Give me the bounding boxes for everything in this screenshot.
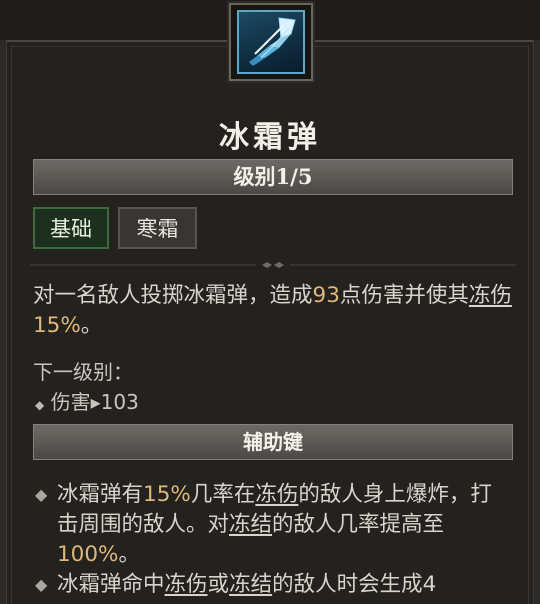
skill-level-bar: 级别1/5 xyxy=(33,159,513,195)
tab-basic[interactable]: 基础 xyxy=(33,207,109,249)
skill-description: 对一名敌人投掷冰霜弹，造成93点伤害并使其冻伤15%。 xyxy=(33,283,512,338)
frozen-term[interactable]: 冻结 xyxy=(229,572,272,597)
chill-term[interactable]: 冻伤 xyxy=(255,482,298,507)
list-item: ◆ 冰霜弹命中冻伤或冻结的敌人时会生成4 xyxy=(33,570,513,600)
auxiliary-list: ◆ 冰霜弹有15%几率在冻伤的敌人身上爆炸，打击周围的敌人。对冻结的敌人几率提高至… xyxy=(33,480,513,600)
chill-term[interactable]: 冻伤 xyxy=(165,572,208,597)
bullet-diamond-icon: ◆ xyxy=(35,575,48,594)
next-level-label: 下一级别： xyxy=(33,360,133,384)
bullet-diamond-icon: ◆ xyxy=(35,398,45,412)
frozen-term[interactable]: 冻结 xyxy=(229,512,272,537)
frost-bolt-icon xyxy=(237,10,305,74)
chill-value: 15% xyxy=(33,313,81,338)
chill-term[interactable]: 冻伤 xyxy=(469,283,512,308)
damage-value: 93 xyxy=(312,283,340,308)
auxiliary-header: 辅助键 xyxy=(33,424,513,460)
skill-icon-frame xyxy=(229,3,313,81)
list-item: ◆ 冰霜弹有15%几率在冻伤的敌人身上爆炸，打击周围的敌人。对冻结的敌人几率提高至… xyxy=(35,482,492,567)
ornament-divider xyxy=(30,262,516,268)
skill-title: 冰霜弹 xyxy=(219,120,321,155)
tab-frost[interactable]: 寒霜 xyxy=(118,207,197,249)
bullet-diamond-icon: ◆ xyxy=(35,485,48,504)
arrow-right-icon: ▸ xyxy=(90,390,101,414)
next-level-stat: ◆ 伤害▸103 xyxy=(35,390,139,414)
